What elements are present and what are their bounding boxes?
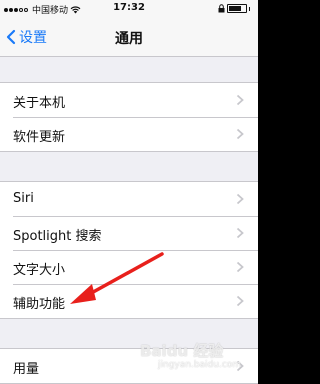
- battery-cap: [249, 6, 250, 11]
- settings-group-about: 关于本机 软件更新: [0, 82, 258, 152]
- chevron-right-icon: [236, 227, 244, 239]
- settings-screen: 中国移动 17:32 设置 通用 关于本机 软件更新 Siri Spotligh…: [0, 0, 258, 384]
- chevron-right-icon: [236, 193, 244, 205]
- settings-item-label: 软件更新: [13, 130, 66, 145]
- settings-item-label: 文字大小: [13, 263, 66, 278]
- settings-item-about[interactable]: 关于本机: [0, 83, 258, 117]
- lock-icon: [218, 4, 225, 13]
- battery-level-fill: [229, 6, 241, 11]
- settings-item-label: 用量: [13, 362, 40, 377]
- settings-item-text-size[interactable]: 文字大小: [0, 250, 258, 284]
- settings-item-accessibility[interactable]: 辅助功能: [0, 284, 258, 318]
- status-bar: 中国移动 17:32: [0, 0, 258, 18]
- settings-item-label: 辅助功能: [13, 297, 66, 312]
- back-chevron-icon: [6, 29, 16, 45]
- chevron-right-icon: [236, 94, 244, 106]
- back-button[interactable]: 设置: [6, 27, 47, 47]
- settings-item-label: Siri: [13, 191, 34, 206]
- settings-item-software-update[interactable]: 软件更新: [0, 117, 258, 151]
- settings-item-siri[interactable]: Siri: [0, 182, 258, 216]
- navigation-bar: 设置 通用: [0, 18, 258, 57]
- chevron-right-icon: [236, 261, 244, 273]
- battery-icon: [227, 4, 247, 13]
- chevron-right-icon: [236, 295, 244, 307]
- settings-item-spotlight[interactable]: Spotlight 搜索: [0, 216, 258, 250]
- settings-group-main: Siri Spotlight 搜索 文字大小 辅助功能: [0, 181, 258, 319]
- settings-group-usage: 用量: [0, 348, 258, 384]
- settings-item-label: 关于本机: [13, 96, 66, 111]
- status-right: [218, 4, 250, 13]
- settings-item-usage[interactable]: 用量: [0, 349, 258, 383]
- chevron-right-icon: [236, 360, 244, 372]
- back-button-label: 设置: [19, 30, 47, 46]
- chevron-right-icon: [236, 128, 244, 140]
- settings-item-label: Spotlight 搜索: [13, 229, 102, 244]
